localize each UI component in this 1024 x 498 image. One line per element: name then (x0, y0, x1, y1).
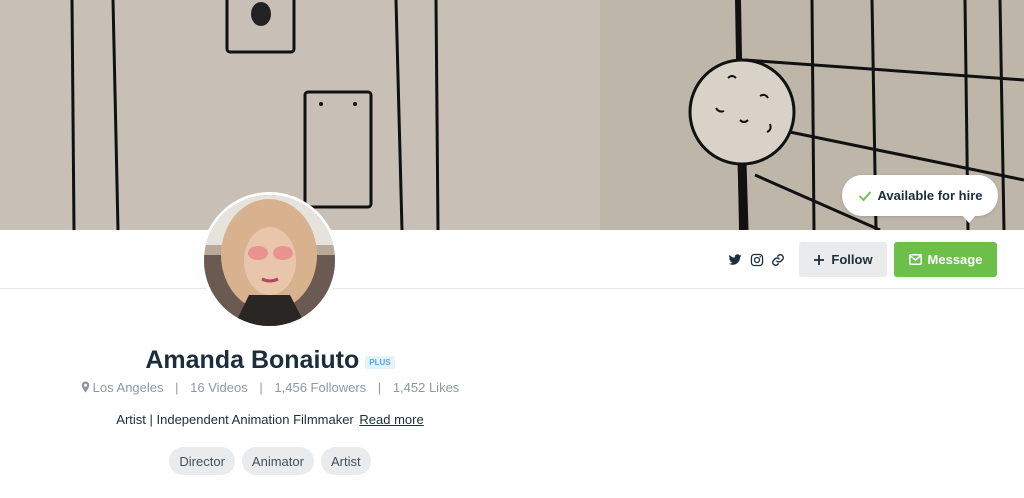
profile-bio: Artist | Independent Animation Filmmaker… (0, 412, 540, 427)
read-more-link[interactable]: Read more (359, 412, 423, 427)
message-button[interactable]: Message (894, 242, 997, 277)
stats-divider: | (259, 380, 263, 395)
plus-icon (814, 254, 825, 265)
available-for-hire-label: Available for hire (877, 188, 983, 203)
bio-text: Artist | Independent Animation Filmmaker (116, 412, 354, 427)
location-pin-icon (81, 381, 89, 393)
checkmark-icon (858, 191, 871, 201)
avatar[interactable] (201, 192, 338, 329)
videos-count[interactable]: 16 Videos (190, 380, 248, 395)
message-button-label: Message (927, 252, 983, 267)
profile-name-row: Amanda Bonaiuto PLUS (0, 346, 540, 375)
location: Los Angeles (81, 380, 164, 395)
skill-tags: Director Animator Artist (0, 447, 540, 475)
instagram-icon[interactable] (750, 253, 764, 267)
follow-button-label: Follow (831, 252, 873, 267)
stats-divider: | (377, 380, 382, 395)
tag-director[interactable]: Director (169, 447, 235, 475)
likes-count[interactable]: 1,452 Likes (393, 380, 460, 395)
profile-stats: Los Angeles | 16 Videos | 1,456 Follower… (0, 380, 540, 395)
profile-name: Amanda Bonaiuto (145, 346, 360, 374)
plus-badge: PLUS (365, 355, 395, 369)
link-icon[interactable] (771, 253, 785, 267)
tag-artist[interactable]: Artist (320, 447, 371, 475)
twitter-icon[interactable] (728, 253, 742, 267)
envelope-icon (908, 254, 922, 265)
stats-divider: | (175, 380, 179, 395)
location-label: Los Angeles (92, 380, 164, 395)
followers-count[interactable]: 1,456 Followers (274, 380, 366, 395)
avatar-photo (204, 195, 335, 326)
available-for-hire-badge[interactable]: Available for hire (842, 175, 998, 223)
follow-button[interactable]: Follow (799, 242, 887, 277)
tag-animator[interactable]: Animator (241, 447, 314, 475)
